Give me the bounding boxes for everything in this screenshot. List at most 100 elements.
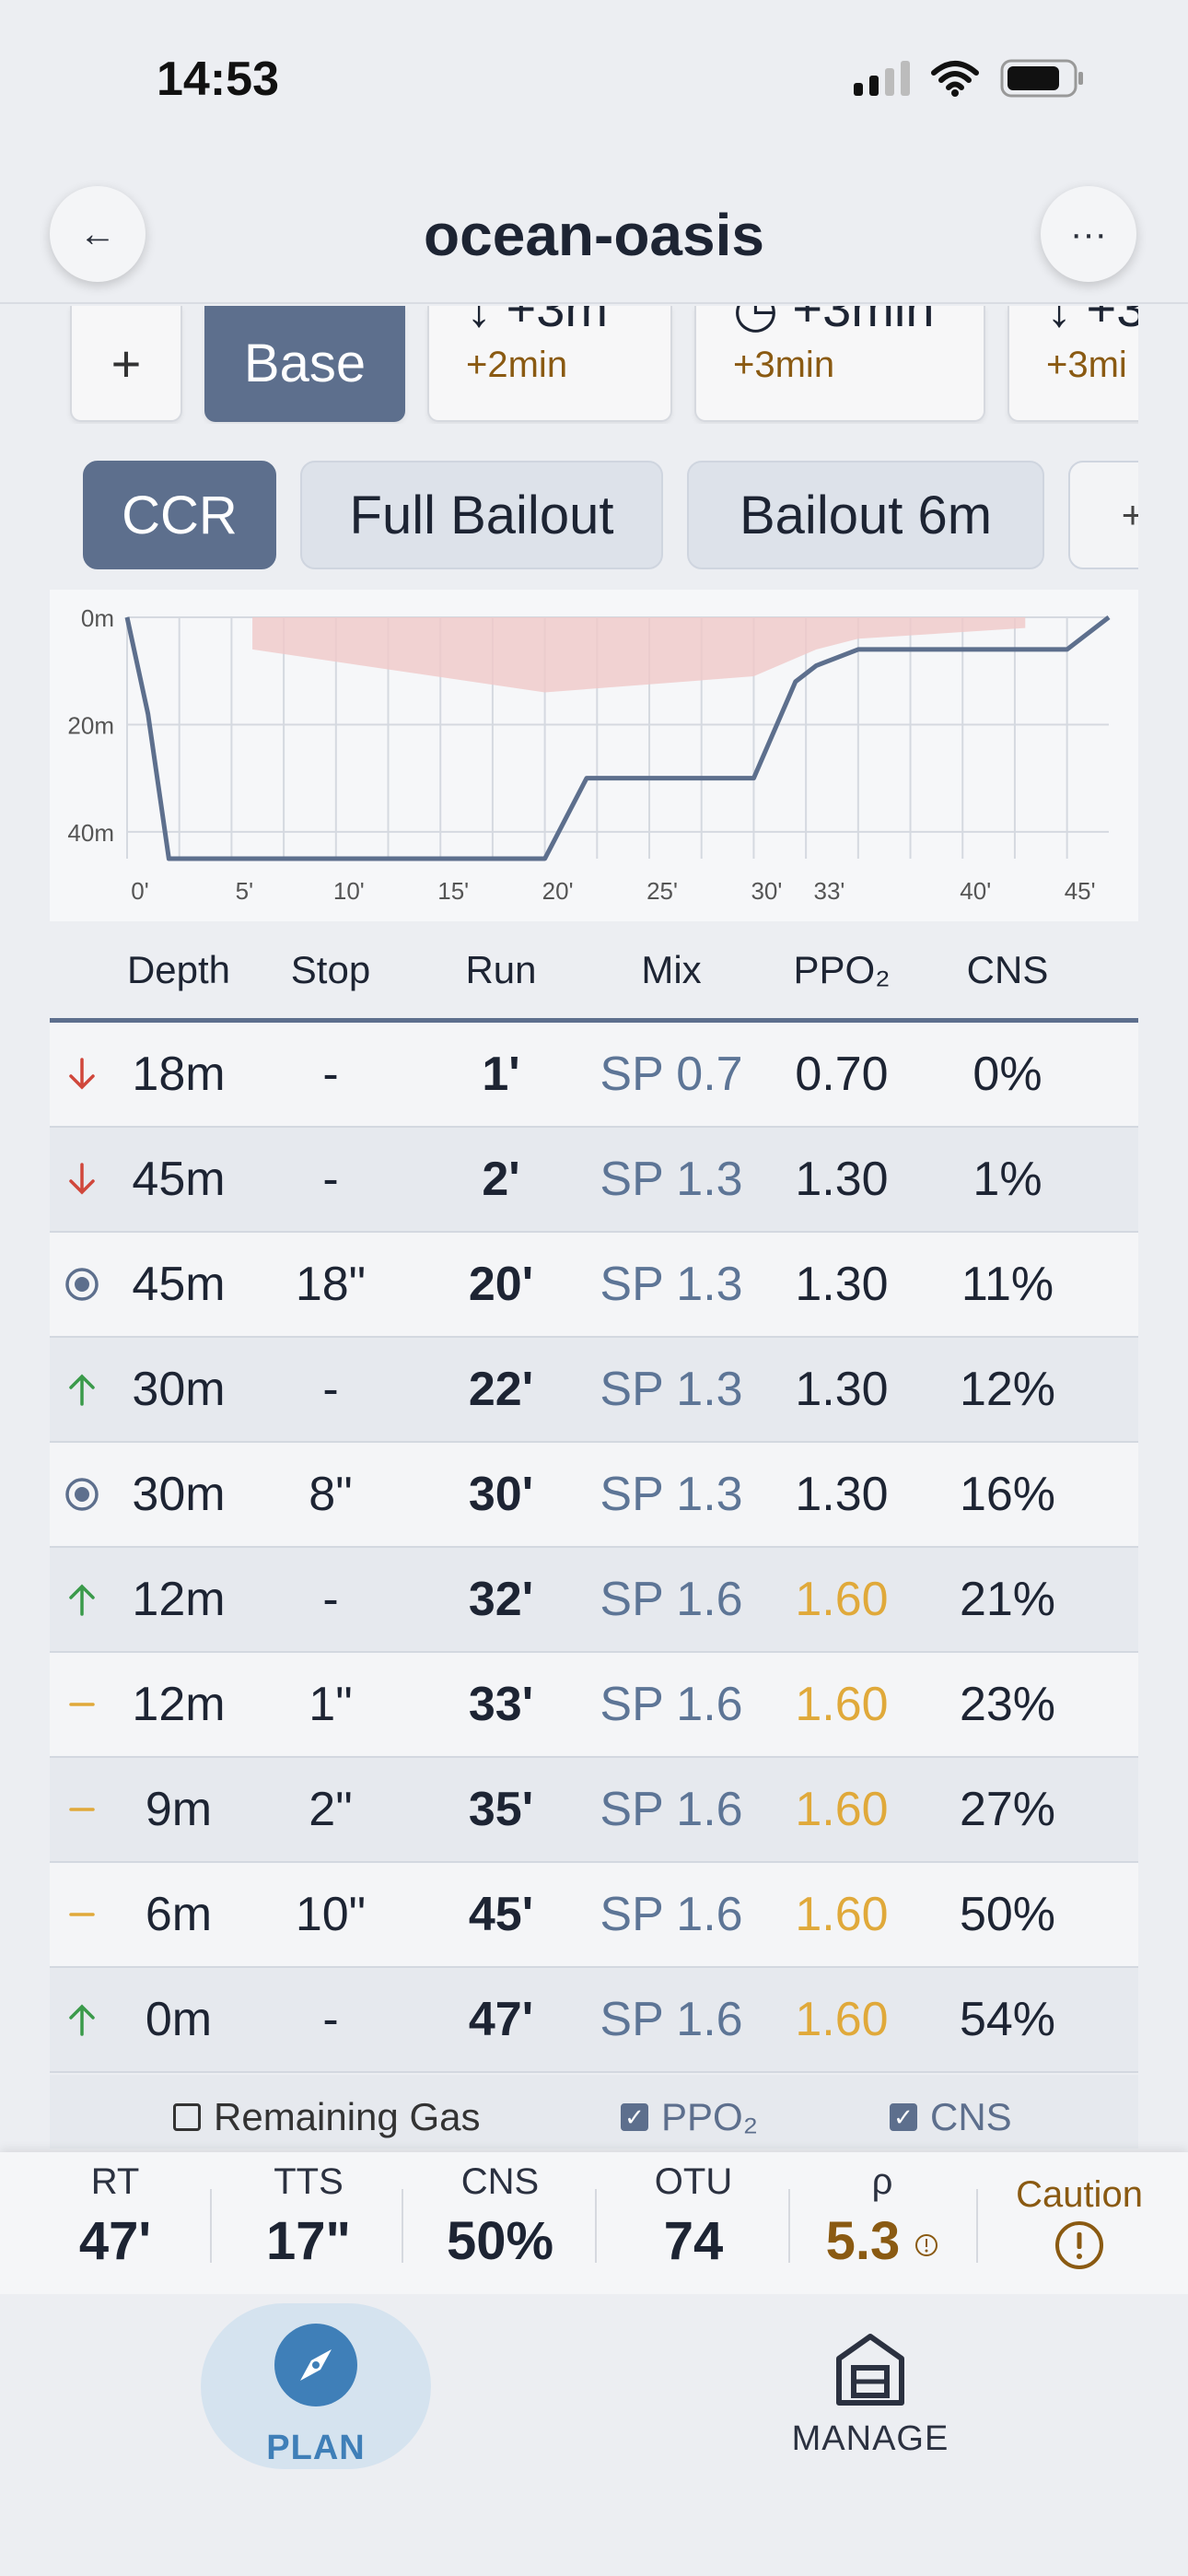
tab-full-bailout[interactable]: Full Bailout [300,461,663,569]
plan-chip-label: Base [243,333,367,393]
cell-depth: 45m [132,1258,226,1311]
battery-icon [1000,59,1083,98]
dive-plan-table: Depth Stop Run Mix PPO₂ CNS 18m - 1' SP 0.7… [50,921,1138,2073]
x-tick-label: 30' [751,877,782,905]
chart-toggles: Remaining Gas ✓ PPO₂ ✓ CNS [50,2075,1138,2149]
cell-mix: SP 1.6 [600,1678,743,1731]
cell-run: 45' [468,1888,534,1941]
toggle-label: Remaining Gas [214,2095,481,2138]
caution-alert-icon [1055,2221,1103,2269]
caution-indicator[interactable]: Caution [978,2152,1181,2294]
plan-chip-time[interactable]: ◷ +3min +3min [694,306,985,422]
cell-cns: 11% [961,1258,1054,1311]
more-dots-icon: ··· [1070,213,1107,254]
x-tick-label: 20' [542,877,574,905]
cell-cns: 54% [959,1993,1056,2046]
cell-run: 22' [468,1363,534,1416]
cell-ppo2: 0.70 [795,1048,889,1101]
bottom-stop-icon [65,1268,99,1301]
x-tick-label: 40' [960,877,991,905]
cell-ppo2: 1.60 [795,1678,889,1731]
col-depth: Depth [126,947,231,991]
app-header: ← ocean-oasis ··· [0,175,1188,304]
cell-stop: - [322,1363,339,1416]
table-row[interactable]: 30m - 22' SP 1.3 1.30 12% [50,1338,1138,1443]
table-row[interactable]: 45m 18" 20' SP 1.3 1.30 11% [50,1233,1138,1338]
nav-manage[interactable]: MANAGE [774,2331,967,2460]
cell-depth: 0m [145,1993,213,2046]
plan-chip-depth-2[interactable]: ↓ +3 +3mi [1007,306,1138,422]
cell-cns: 16% [959,1468,1056,1521]
plan-chip-title: ↓ +3 [1046,306,1138,337]
cell-depth: 12m [132,1678,226,1731]
checkbox-checked-icon: ✓ [621,2103,648,2131]
cell-ppo2: 1.30 [795,1258,889,1311]
table-row[interactable]: 6m 10" 45' SP 1.6 1.60 50% [50,1863,1138,1968]
cell-depth: 9m [145,1783,213,1836]
ascend-arrow-icon [69,1584,95,1616]
cell-mix: SP 1.6 [600,1783,743,1836]
toggle-cns[interactable]: ✓ CNS [890,2095,1012,2139]
table-row[interactable]: 18m - 1' SP 0.7 0.70 0% [50,1023,1138,1128]
cell-run: 35' [468,1783,534,1836]
table-row[interactable]: 45m - 2' SP 1.3 1.30 1% [50,1128,1138,1233]
toggle-ppo2[interactable]: ✓ PPO₂ [621,2095,758,2139]
add-mode-button[interactable]: + [1068,461,1138,569]
cell-ppo2: 1.30 [795,1468,889,1521]
cell-depth: 30m [132,1363,226,1416]
ascend-arrow-icon [69,1374,95,1406]
tab-bailout-6m[interactable]: Bailout 6m [687,461,1044,569]
plan-chip-title: ◷ +3min [733,306,935,337]
toggle-label: CNS [930,2095,1012,2138]
plan-chip-depth[interactable]: ↓ +3m +2min [427,306,672,422]
plan-chip-delta: +3min [733,345,835,385]
cellular-signal-icon [854,61,910,96]
mode-tabs: CCR Full Bailout Bailout 6m + [0,461,1138,573]
cell-depth: 6m [145,1888,213,1941]
table-row[interactable]: 30m 8" 30' SP 1.3 1.30 16% [50,1443,1138,1548]
x-tick-label: 5' [236,877,253,905]
cell-ppo2: 1.60 [795,1993,889,2046]
cell-cns: 21% [959,1573,1056,1626]
nav-plan[interactable]: PLAN [201,2303,431,2469]
cell-mix: SP 1.6 [600,1573,743,1626]
col-ppo2: PPO₂ [793,947,891,991]
cell-run: 20' [468,1258,534,1311]
col-run: Run [465,947,537,991]
cell-run: 32' [468,1573,534,1626]
cell-depth: 12m [132,1573,226,1626]
tab-ccr[interactable]: CCR [83,461,276,569]
toggle-remaining-gas[interactable]: Remaining Gas [173,2095,480,2139]
stat-density[interactable]: ρ 5.3 [790,2152,974,2294]
status-time: 14:53 [157,53,279,106]
cell-stop: 8" [309,1468,353,1521]
cell-ppo2: 1.60 [795,1783,889,1836]
cell-ppo2: 1.30 [795,1363,889,1416]
bottom-stop-icon [65,1478,99,1511]
col-cns: CNS [966,947,1049,991]
y-tick-label: 20m [67,711,114,739]
table-row[interactable]: 12m 1" 33' SP 1.6 1.60 23% [50,1653,1138,1758]
table-row[interactable]: 12m - 32' SP 1.6 1.60 21% [50,1548,1138,1653]
compass-icon [274,2324,357,2406]
plan-chip-delta: +3mi [1046,345,1127,385]
toggle-label: PPO₂ [661,2095,758,2138]
add-plan-button[interactable]: + [70,306,182,422]
table-row[interactable]: 0m - 47' SP 1.6 1.60 54% [50,1968,1138,2073]
plan-chip-base[interactable]: Base [204,306,405,422]
checkbox-checked-icon: ✓ [890,2103,917,2131]
cell-mix: SP 0.7 [600,1048,743,1101]
dive-profile-chart: 0m 20m 40m 0' 5' 10' 15' 20' 25' 30' 33' 40' 45' [50,590,1138,921]
wifi-icon [931,61,979,97]
more-button[interactable]: ··· [1041,186,1136,282]
col-mix: Mix [641,947,702,991]
table-row[interactable]: 9m 2" 35' SP 1.6 1.60 27% [50,1758,1138,1863]
plan-chip-delta: +2min [466,345,568,385]
x-tick-label: 25' [646,877,678,905]
cell-cns: 1% [973,1153,1042,1206]
y-tick-label: 0m [81,604,114,632]
cell-mix: SP 1.6 [600,1888,743,1941]
stat-tts: TTS 17" [265,2161,351,2271]
y-tick-label: 40m [67,819,114,847]
status-icons [854,59,1085,98]
